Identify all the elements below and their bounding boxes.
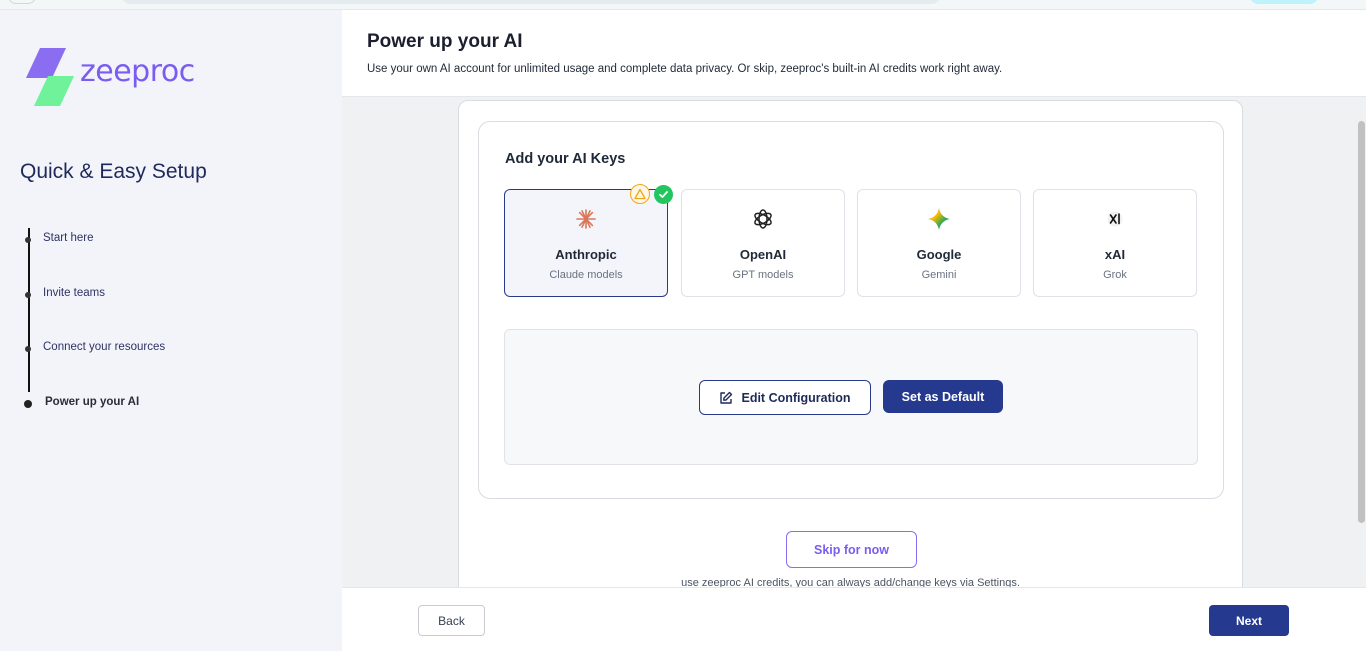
step-label: Start here: [43, 232, 94, 244]
step-label: Connect your resources: [43, 341, 166, 353]
step-bullet: [25, 237, 31, 243]
provider-card-xai[interactable]: xAI Grok: [1033, 189, 1197, 297]
warning-icon: [630, 184, 650, 204]
provider-desc: Grok: [1103, 269, 1127, 281]
browser-action-pill[interactable]: [1250, 0, 1318, 4]
provider-card-google[interactable]: Google Gemini: [857, 189, 1021, 297]
brand-name: zeeproc: [80, 54, 195, 89]
step-bullet: [25, 292, 31, 298]
step-label: Power up your AI: [45, 396, 140, 408]
gemini-icon: [858, 207, 1020, 231]
page-header: Power up your AI Use your own AI account…: [342, 10, 1366, 97]
setup-steps: Start here Invite teams Connect your res…: [20, 218, 320, 408]
anthropic-icon: [505, 207, 667, 231]
edit-configuration-label: Edit Configuration: [741, 390, 851, 405]
main-scrollbar[interactable]: [1358, 121, 1365, 523]
step-bullet: [25, 346, 31, 352]
browser-button[interactable]: [8, 0, 36, 4]
provider-card-anthropic[interactable]: Anthropic Claude models: [504, 184, 673, 297]
step-bullet: [24, 400, 32, 408]
setup-title: Quick & Easy Setup: [20, 160, 207, 183]
set-as-default-button[interactable]: Set as Default: [883, 380, 1003, 413]
sidebar: zeeproc Quick & Easy Setup Start here In…: [0, 10, 342, 651]
provider-name: xAI: [1104, 247, 1126, 262]
provider-desc: Gemini: [921, 269, 957, 281]
page-footer: Back Next: [342, 587, 1366, 651]
main-content: Add your AI Keys Anthropic Claude models…: [342, 97, 1366, 587]
back-button[interactable]: Back: [418, 605, 485, 636]
browser-address-bar[interactable]: [122, 0, 940, 4]
steps-progress-line: [28, 228, 30, 392]
step-label: Invite teams: [43, 287, 105, 299]
provider-desc: Claude models: [549, 269, 623, 281]
openai-icon: [682, 207, 844, 231]
ai-keys-title: Add your AI Keys: [505, 151, 626, 167]
page-subtitle: Use your own AI account for unlimited us…: [367, 63, 1003, 75]
provider-name: OpenAI: [739, 247, 787, 262]
page-title: Power up your AI: [367, 31, 523, 52]
brand-logo: zeeproc: [26, 48, 196, 108]
ai-setup-card: Add your AI Keys Anthropic Claude models…: [458, 100, 1243, 587]
xai-icon: [1034, 207, 1196, 231]
ai-keys-panel: Add your AI Keys Anthropic Claude models…: [478, 121, 1224, 499]
provider-name: Anthropic: [555, 247, 617, 262]
provider-name: Google: [916, 247, 962, 262]
provider-config-box: Edit Configuration Set as Default: [504, 329, 1198, 465]
browser-top-strip: [0, 0, 1366, 10]
skip-note: use zeeproc AI credits, you can always a…: [681, 577, 1020, 587]
provider-card-openai[interactable]: OpenAI GPT models: [681, 189, 845, 297]
zeeproc-logo-icon: [26, 48, 74, 106]
check-icon: [654, 185, 673, 204]
skip-for-now-button[interactable]: Skip for now: [786, 531, 917, 568]
edit-configuration-button[interactable]: Edit Configuration: [699, 380, 871, 415]
edit-icon: [720, 391, 733, 404]
next-button[interactable]: Next: [1209, 605, 1289, 636]
provider-desc: GPT models: [732, 269, 794, 281]
